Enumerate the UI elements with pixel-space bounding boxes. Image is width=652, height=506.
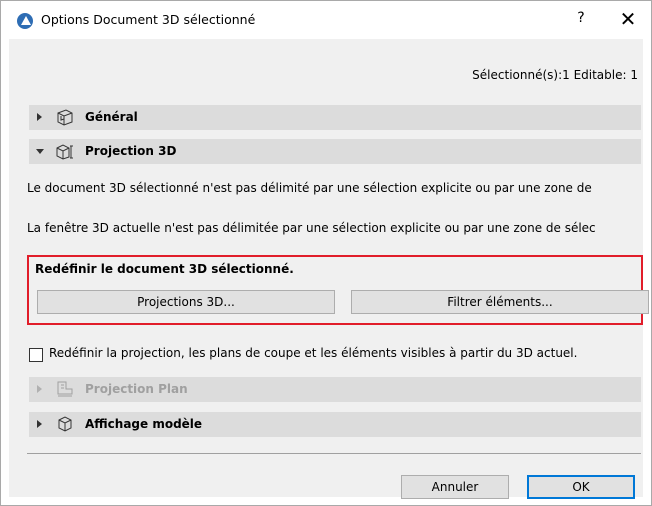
document-boundary-text: Le document 3D sélectionné n'est pas dél… [27, 181, 592, 195]
selection-info: Sélectionné(s):1 Editable: 1 [472, 68, 638, 82]
dialog-title: Options Document 3D sélectionné [41, 12, 256, 27]
section-projection-plan: Projection Plan [29, 377, 641, 402]
close-button[interactable]: ✕ [616, 7, 640, 31]
expand-arrow-icon [37, 385, 42, 393]
collapse-arrow-icon[interactable] [36, 149, 44, 154]
redefine-group-highlight: Redéfinir le document 3D sélectionné. Pr… [27, 255, 649, 325]
section-projection-3d[interactable]: Projection 3D [29, 139, 641, 164]
redefine-heading: Redéfinir le document 3D sélectionné. [35, 262, 294, 276]
general-cube-icon [57, 109, 73, 126]
help-button[interactable]: ? [570, 10, 592, 30]
redefine-projection-label[interactable]: Redéfinir la projection, les plans de co… [49, 346, 577, 360]
section-model-display[interactable]: Affichage modèle [29, 412, 641, 437]
title-bar: Options Document 3D sélectionné ? ✕ [1, 1, 651, 39]
options-dialog: Options Document 3D sélectionné ? ✕ Séle… [0, 0, 652, 506]
redefine-projection-checkbox[interactable] [29, 348, 43, 362]
model-cube-icon [58, 416, 72, 432]
footer-divider [27, 453, 641, 454]
filter-elements-button[interactable]: Filtrer éléments... [351, 290, 649, 314]
section-general[interactable]: Général [29, 105, 641, 130]
projections-3d-button[interactable]: Projections 3D... [37, 290, 335, 314]
projection-3d-cube-icon [56, 144, 73, 160]
archicad-app-icon [17, 13, 33, 29]
cancel-button[interactable]: Annuler [401, 475, 509, 499]
expand-arrow-icon[interactable] [37, 113, 42, 121]
section-projection-plan-label: Projection Plan [85, 382, 188, 396]
ok-button[interactable]: OK [527, 475, 635, 499]
plan-projection-icon [57, 381, 73, 397]
expand-arrow-icon[interactable] [37, 420, 42, 428]
section-general-label: Général [85, 110, 138, 124]
dialog-body: Sélectionné(s):1 Editable: 1 Général Pro… [9, 39, 649, 499]
section-projection-3d-label: Projection 3D [85, 144, 177, 158]
window-boundary-text: La fenêtre 3D actuelle n'est pas délimit… [27, 221, 596, 235]
section-model-display-label: Affichage modèle [85, 417, 203, 431]
